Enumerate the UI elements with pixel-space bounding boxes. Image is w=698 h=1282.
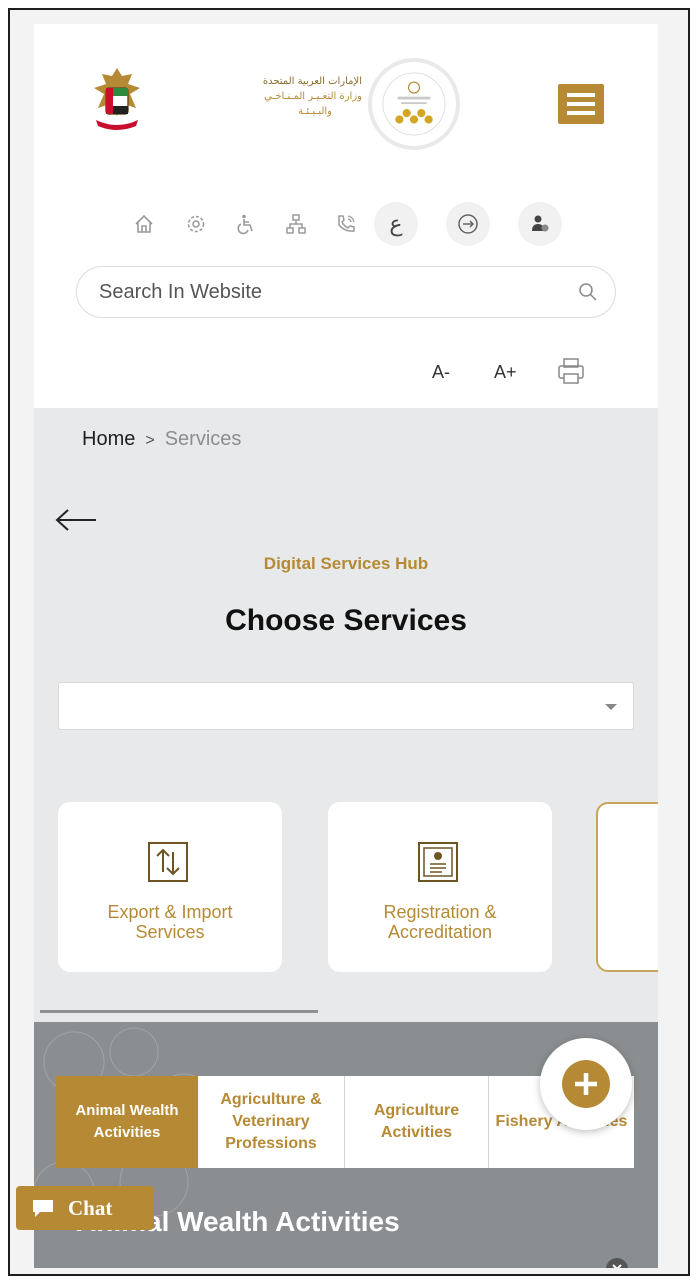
card-label-line-2: Services [135,922,205,942]
service-category-select[interactable] [58,682,634,730]
site-search-box [76,266,616,318]
arabic-language-icon[interactable]: ع [374,202,418,246]
page-title: Choose Services [225,604,467,637]
settings-icon[interactable] [174,202,218,246]
government-stars-badge [368,58,460,150]
floating-add-button[interactable] [540,1038,632,1130]
service-card-label: Export & Import Services [68,902,272,942]
ministry-name: الإمارات العربية المتحدة وزارة التغـيـر … [152,74,362,119]
phone-icon[interactable] [324,202,368,246]
plus-icon [562,1060,610,1108]
tab-label-line: Agriculture [373,1102,460,1119]
browser-frame: الإمارات العربية المتحدة وزارة التغـيـر … [8,8,690,1276]
breadcrumb-home-link[interactable]: Home [82,428,135,450]
close-icon[interactable] [606,1258,628,1268]
logo-line-1: الإمارات العربية المتحدة [262,76,362,87]
chevron-down-icon [605,704,617,710]
tab-label-line: Activities [93,1124,161,1141]
search-icon[interactable] [577,281,599,303]
increase-font-button[interactable]: A+ [494,362,517,383]
home-icon[interactable] [122,202,166,246]
chat-bubble-icon [33,1200,53,1217]
uae-emblem-logo[interactable] [88,64,146,132]
chat-label: Chat [68,1195,113,1220]
breadcrumb-current: Services [164,428,242,450]
activities-section: Animal Wealth Activities Agriculture & Vet… [34,1022,658,1268]
tab-label-line: Animal Wealth [75,1102,179,1119]
user-profile-icon[interactable] [518,202,562,246]
decrease-font-button[interactable]: A- [432,362,450,383]
carousel-scrollbar[interactable] [40,1010,318,1013]
search-input[interactable] [99,279,559,305]
accessibility-icon[interactable] [224,202,268,246]
export-import-icon [148,842,188,882]
breadcrumb: Home > Services [82,428,241,451]
service-card-registration[interactable]: Registration & Accreditation [328,802,552,972]
logo-line-3: والبـيـئـة [298,106,332,117]
service-card-label: Registration & Accreditation [338,902,542,942]
back-arrow-icon[interactable] [54,508,98,532]
card-label-line-1: Registration & [383,902,497,922]
service-card-export-import[interactable]: Export & Import Services [58,802,282,972]
card-label-line-2: Accreditation [387,922,493,942]
tab-label-line: Agriculture & [220,1091,322,1108]
logo-line-2: وزارة التغـيـر المـنـاخـي [264,91,362,102]
services-section: Home > Services Digital Services Hub Choos… [34,408,658,1022]
tab-animal-wealth[interactable]: Animal Wealth Activities [56,1076,198,1168]
tab-label-line: Veterinary [232,1113,310,1130]
service-card-partial[interactable] [596,802,658,972]
print-icon[interactable] [556,356,586,386]
sitemap-icon[interactable] [274,202,318,246]
tab-label-line: Activities [380,1124,453,1141]
card-label-line-1: Export & Import [107,902,233,922]
tab-agriculture-activities[interactable]: Agriculture Activities [344,1076,488,1168]
page-viewport: الإمارات العربية المتحدة وزارة التغـيـر … [34,24,658,1268]
tab-agriculture-veterinary[interactable]: Agriculture & Veterinary Professions [198,1076,344,1168]
certificate-icon [418,842,458,882]
utility-toolbar: ع [122,202,572,246]
hub-subtitle: Digital Services Hub [263,554,429,573]
breadcrumb-separator: > [145,432,155,449]
chat-button[interactable]: Chat [16,1186,154,1230]
hamburger-menu-button[interactable] [558,84,604,124]
login-icon[interactable] [446,202,490,246]
tab-label-line: Professions [225,1135,317,1152]
